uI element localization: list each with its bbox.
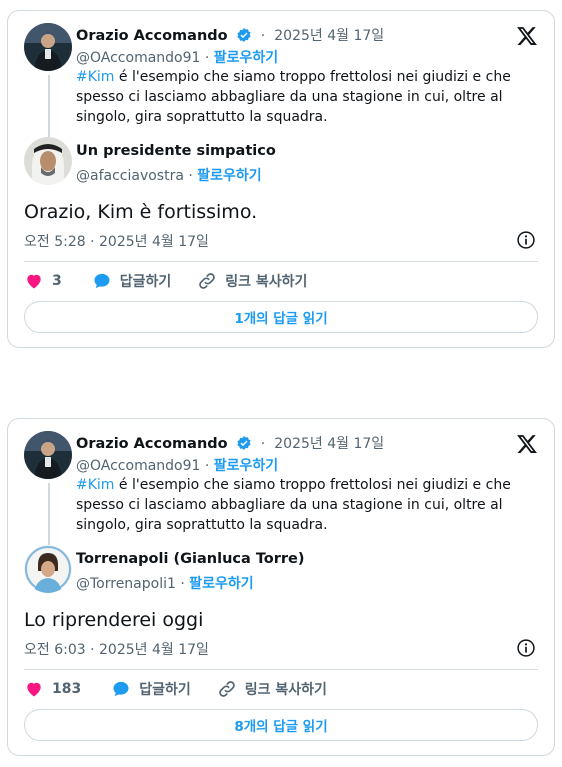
copy-link-label: 링크 복사하기 <box>225 274 308 290</box>
reply-avatar[interactable] <box>24 545 72 593</box>
dot-separator: · <box>204 458 210 474</box>
x-logo-icon[interactable] <box>516 25 538 47</box>
tweet-timestamp[interactable]: 오전 5:28 · 2025년 4월 17일 <box>24 231 209 251</box>
divider <box>24 669 538 670</box>
reply-author-name[interactable]: Torrenapoli (Gianluca Torre) <box>76 551 305 567</box>
reply-label: 답글하기 <box>139 682 191 698</box>
copy-link-button[interactable]: 링크 복사하기 <box>217 679 327 699</box>
link-icon <box>218 681 235 697</box>
tweet-timestamp[interactable]: 오전 6:03 · 2025년 4월 17일 <box>24 639 209 659</box>
thread-line <box>48 483 50 545</box>
parent-text-body: é l'esempio che siamo troppo frettolosi … <box>76 69 511 125</box>
reply-handle[interactable]: @Torrenapoli1 <box>76 576 176 592</box>
tweet-embed-card: Orazio Accomando · 2025년 4월 17일 @OAccoma… <box>7 10 555 348</box>
x-logo-icon[interactable] <box>516 433 538 455</box>
parent-text-body: é l'esempio che siamo troppo frettolosi … <box>76 477 511 533</box>
info-icon[interactable] <box>516 638 536 658</box>
follow-button[interactable]: 팔로우하기 <box>214 50 278 66</box>
parent-author-name[interactable]: Orazio Accomando <box>76 28 228 44</box>
like-count: 3 <box>52 273 62 289</box>
follow-button[interactable]: 팔로우하기 <box>189 576 253 592</box>
read-replies-button[interactable]: 8개의 답글 읽기 <box>24 709 538 741</box>
dot-separator: · <box>188 168 193 184</box>
dot-separator: · <box>204 50 210 66</box>
heart-icon <box>27 274 41 289</box>
parent-author-name[interactable]: Orazio Accomando <box>76 436 228 452</box>
hashtag-link[interactable]: #Kim <box>76 477 114 493</box>
reply-label: 답글하기 <box>119 274 172 290</box>
reply-tweet-text: Orazio, Kim è fortissimo. <box>24 201 258 223</box>
parent-date[interactable]: 2025년 4월 17일 <box>274 436 384 452</box>
parent-tweet-text: #Kim é l'esempio che siamo troppo fretto… <box>76 475 541 535</box>
verified-badge-icon <box>237 436 251 450</box>
parent-handle[interactable]: @OAccomando91 <box>76 458 200 474</box>
reply-handle[interactable]: @afacciavostra <box>76 168 184 184</box>
like-count: 183 <box>52 681 82 697</box>
like-button[interactable]: 3 <box>24 271 62 291</box>
reply-avatar[interactable] <box>24 137 72 185</box>
reply-tweet-text: Lo riprenderei oggi <box>24 609 204 631</box>
dot-separator: · <box>260 28 266 44</box>
reply-author-name[interactable]: Un presidente simpatico <box>76 143 276 159</box>
tweet-embed-card: Orazio Accomando · 2025년 4월 17일 @OAccoma… <box>7 418 555 756</box>
divider <box>24 261 538 262</box>
info-icon[interactable] <box>516 230 536 250</box>
parent-handle[interactable]: @OAccomando91 <box>76 50 200 66</box>
link-icon <box>199 273 216 289</box>
read-replies-button[interactable]: 1개의 답글 읽기 <box>24 301 538 333</box>
dot-separator: · <box>180 576 185 592</box>
follow-button[interactable]: 팔로우하기 <box>197 168 261 184</box>
verified-badge-icon <box>237 28 251 42</box>
parent-avatar[interactable] <box>24 431 72 479</box>
thread-line <box>48 75 50 137</box>
reply-button[interactable]: 답글하기 <box>111 679 191 699</box>
reply-bubble-icon <box>113 681 129 697</box>
dot-separator: · <box>260 436 266 452</box>
parent-tweet-text: #Kim é l'esempio che siamo troppo fretto… <box>76 67 541 127</box>
copy-link-label: 링크 복사하기 <box>244 682 327 698</box>
reply-button[interactable]: 답글하기 <box>92 271 172 291</box>
copy-link-button[interactable]: 링크 복사하기 <box>197 271 307 291</box>
parent-avatar[interactable] <box>24 23 72 71</box>
heart-icon <box>27 682 41 697</box>
like-button[interactable]: 183 <box>24 679 81 699</box>
follow-button[interactable]: 팔로우하기 <box>214 458 278 474</box>
action-bar: 183 답글하기 링크 복사하기 <box>24 677 327 701</box>
action-bar: 3 답글하기 링크 복사하기 <box>24 269 307 293</box>
parent-date[interactable]: 2025년 4월 17일 <box>274 28 384 44</box>
hashtag-link[interactable]: #Kim <box>76 69 114 85</box>
reply-bubble-icon <box>94 273 110 289</box>
